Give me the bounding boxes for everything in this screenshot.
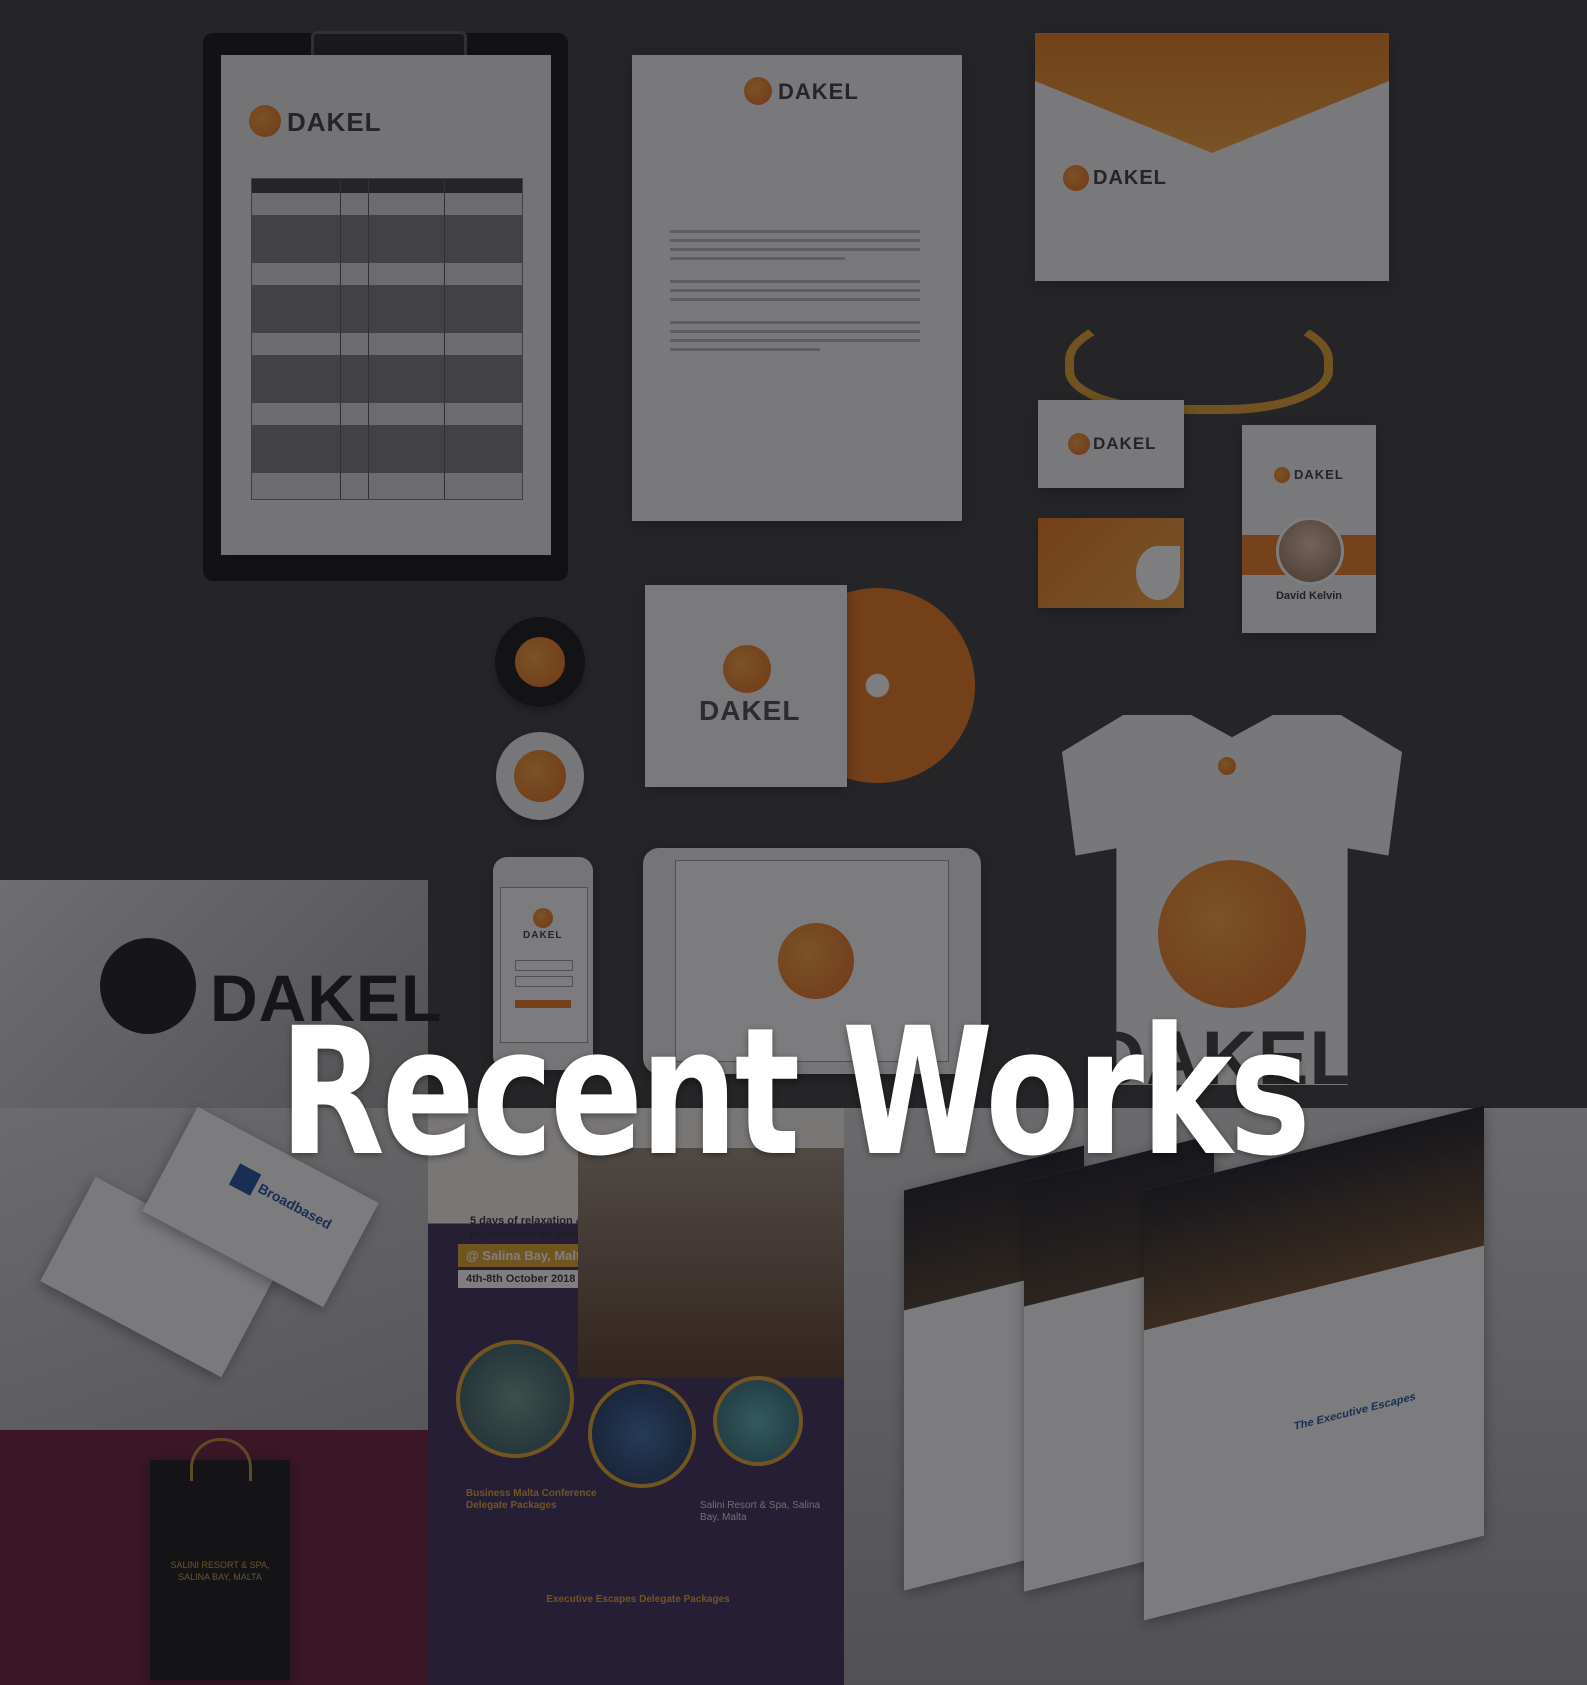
flyer-escapes-title: Executive Escapes Delegate Packages <box>546 1594 730 1605</box>
pin-button-light <box>496 732 584 820</box>
card-logo-icon <box>1068 433 1090 455</box>
badge-logo-icon <box>1274 467 1290 483</box>
clipboard-logo-text: DAKEL <box>287 107 382 137</box>
cd-cover-logo-icon <box>723 645 771 693</box>
shopping-bag: SALINI RESORT & SPA, SALINA BAY, MALTA <box>150 1438 290 1680</box>
flyer-packages-title: Business Malta Conference Delegate Packa… <box>466 1488 597 1511</box>
badge-photo-avatar <box>1276 517 1344 585</box>
dakel-logo-mark-icon <box>249 105 281 137</box>
cd-cover-logo-text: DAKEL <box>699 695 801 726</box>
lanyard <box>1065 306 1333 414</box>
flyer-circle-photo-3 <box>713 1376 803 1466</box>
phone-logo-icon <box>533 908 553 928</box>
flyer-venue: Salini Resort & Spa, Salina Bay, Malta <box>700 1500 821 1523</box>
recent-works-hero: DAKEL DAKEL DAKEL DAKEL DAKEL David Kelv… <box>0 0 1587 1685</box>
envelope-logo-text: DAKEL <box>1093 167 1167 189</box>
clipboard-table <box>251 178 523 500</box>
phone-logo-text: DAKEL <box>523 930 563 941</box>
badge-name: David Kelvin <box>1275 590 1343 602</box>
clipboard-sheet: DAKEL <box>221 55 551 555</box>
flyer-circle-photo-1 <box>456 1340 574 1458</box>
pin-logo-icon <box>515 637 565 687</box>
tshirt-big-logo-icon <box>1158 860 1306 1008</box>
envelope-flap <box>1035 33 1389 153</box>
letterhead-logo-text: DAKEL <box>778 79 859 104</box>
pin-light-logo-icon <box>514 750 566 802</box>
letterhead-logo-icon <box>744 77 772 105</box>
tablet-logo-icon <box>778 923 854 999</box>
pin-button-dark <box>495 617 585 707</box>
id-badge: DAKEL David Kelvin <box>1242 425 1376 633</box>
tshirt-small-logo-icon <box>1218 757 1236 775</box>
bag-text: SALINI RESORT & SPA, SALINA BAY, MALTA <box>170 1560 270 1582</box>
business-card-orange <box>1038 518 1184 608</box>
website-section-title: The Executive Escapes <box>1294 1390 1416 1433</box>
cd-cover: DAKEL <box>645 585 847 787</box>
bag-handle <box>190 1438 252 1481</box>
business-card-white: DAKEL <box>1038 400 1184 488</box>
letterhead-mockup: DAKEL <box>632 55 962 521</box>
page-title: Recent Works <box>279 990 1311 1195</box>
card-logo-text: DAKEL <box>1093 434 1157 453</box>
badge-logo-text: DAKEL <box>1294 467 1344 482</box>
envelope-mockup: DAKEL <box>1035 33 1389 281</box>
shopping-bag-scene: SALINI RESORT & SPA, SALINA BAY, MALTA <box>0 1430 428 1685</box>
card-monogram-icon <box>1136 546 1180 600</box>
envelope-logo-icon <box>1063 165 1089 191</box>
clipboard-mockup: DAKEL <box>203 31 568 581</box>
flyer-circle-photo-2 <box>588 1380 696 1488</box>
letterhead-body-text <box>670 230 920 357</box>
